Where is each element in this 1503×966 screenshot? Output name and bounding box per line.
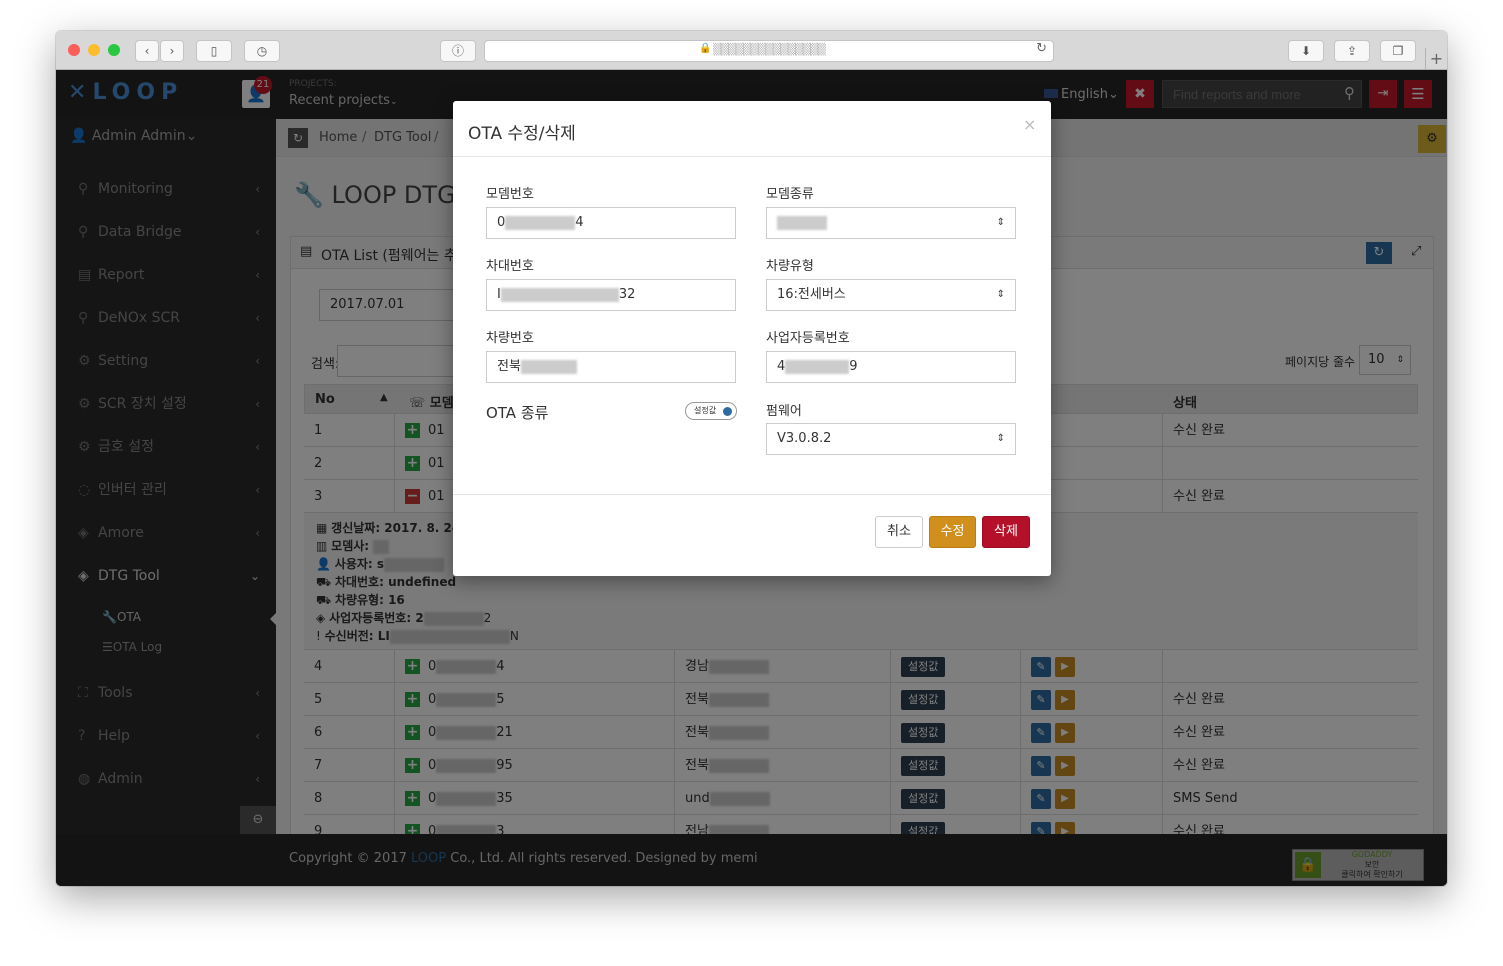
close-window-button[interactable]	[68, 44, 80, 56]
edit-button[interactable]: 수정	[929, 516, 976, 548]
modal-close-icon[interactable]: ×	[1023, 115, 1036, 134]
modem-type-label: 모뎀종류	[766, 187, 814, 202]
lock-icon: 🔒	[699, 43, 712, 54]
ota-edit-modal: OTA 수정/삭제 × 모뎀번호 04 모뎀종류 ⇕ 차대번호 I 32 차량유형…	[453, 101, 1051, 576]
new-tab-button[interactable]: +	[1425, 48, 1447, 70]
plate-input[interactable]: 전북	[486, 351, 736, 383]
sidebar-toggle-icon[interactable]: ▯	[196, 40, 232, 62]
zoom-window-button[interactable]	[108, 44, 120, 56]
reader-icon[interactable]: ⓘ	[440, 40, 476, 62]
address-bar[interactable]: 🔒 ▒▒▒▒▒▒▒▒▒▒▒▒▒▒▒ ↻	[484, 40, 1054, 62]
delete-button[interactable]: 삭제	[982, 516, 1030, 548]
car-type-label: 차량유형	[766, 259, 814, 274]
modal-footer-divider	[453, 494, 1051, 495]
firmware-select[interactable]: V3.0.8.2 ⇕	[766, 423, 1016, 455]
download-icon[interactable]: ⬇	[1288, 40, 1324, 62]
firmware-label: 펌웨어	[766, 404, 802, 419]
cancel-button[interactable]: 취소	[875, 516, 923, 548]
plate-label: 차량번호	[486, 331, 534, 346]
forward-button[interactable]: ›	[160, 40, 184, 62]
modem-type-select[interactable]: ⇕	[766, 207, 1016, 239]
ota-type-toggle[interactable]: 설정값	[685, 402, 737, 420]
modal-header-divider	[453, 156, 1051, 157]
toggle-knob	[723, 407, 732, 416]
select-arrows-icon: ⇕	[996, 433, 1005, 444]
ota-type-label: OTA 종류	[486, 404, 549, 422]
browser-toolbar: ‹ › ▯ ◷ ⓘ 🔒 ▒▒▒▒▒▒▒▒▒▒▒▒▒▒▒ ↻ ⬇ ⇪ ❐ +	[56, 31, 1447, 70]
modal-title: OTA 수정/삭제	[468, 124, 576, 144]
modem-no-input[interactable]: 04	[486, 207, 736, 239]
minimize-window-button[interactable]	[88, 44, 100, 56]
modem-no-label: 모뎀번호	[486, 187, 534, 202]
tabs-icon[interactable]: ❐	[1380, 40, 1416, 62]
biz-no-label: 사업자등록번호	[766, 331, 850, 346]
share-icon[interactable]: ⇪	[1334, 40, 1370, 62]
select-arrows-icon: ⇕	[996, 289, 1005, 300]
car-type-select[interactable]: 16:전세버스 ⇕	[766, 279, 1016, 311]
car-no-input[interactable]: I 32	[486, 279, 736, 311]
reload-icon[interactable]: ↻	[1036, 41, 1047, 56]
back-button[interactable]: ‹	[135, 40, 159, 62]
url-text: ▒▒▒▒▒▒▒▒▒▒▒▒▒▒▒	[713, 43, 826, 56]
history-icon[interactable]: ◷	[244, 40, 280, 62]
select-arrows-icon: ⇕	[996, 217, 1005, 228]
biz-no-input[interactable]: 49	[766, 351, 1016, 383]
car-no-label: 차대번호	[486, 259, 534, 274]
